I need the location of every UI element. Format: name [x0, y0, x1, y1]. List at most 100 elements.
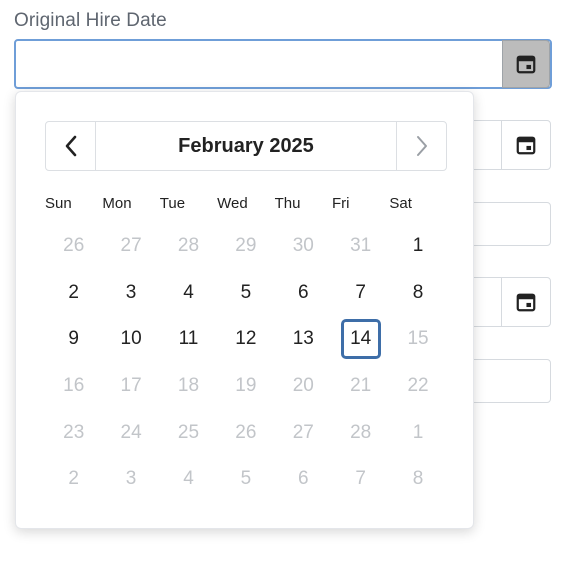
- day-number: 6: [297, 281, 309, 303]
- day-number: 15: [407, 328, 429, 350]
- original-hire-date-calendar-button[interactable]: [502, 40, 550, 88]
- day-number: 22: [407, 375, 429, 397]
- datepicker-popup: February 2025 Sun Mon Tue Wed Thu Fri Sa…: [15, 91, 474, 529]
- calendar-day-cell: 19: [217, 363, 274, 410]
- day-number: 27: [120, 235, 142, 257]
- calendar-day-cell: 3: [102, 456, 159, 503]
- calendar-day-cell[interactable]: 13: [275, 316, 332, 363]
- calendar-day-cell: 7: [332, 456, 389, 503]
- calendar-day-cell: 22: [389, 363, 446, 410]
- day-number: 27: [292, 421, 314, 443]
- calendar-icon: [516, 136, 536, 155]
- day-number: 5: [240, 468, 252, 490]
- calendar-day-cell[interactable]: 1: [389, 223, 446, 270]
- day-number: 16: [63, 375, 85, 397]
- weekday-label: Wed: [217, 195, 248, 212]
- day-number: 31: [350, 235, 372, 257]
- calendar-day-cell: 28: [160, 223, 217, 270]
- calendar-icon: [516, 293, 536, 312]
- calendar-day-cell: 16: [45, 363, 102, 410]
- day-number: 8: [412, 281, 424, 303]
- calendar-day-cell: 2: [45, 456, 102, 503]
- calendar-day-cell: 18: [160, 363, 217, 410]
- weekday-label: Sat: [389, 195, 412, 212]
- day-number: 9: [68, 328, 79, 350]
- calendar-day-cell[interactable]: 2: [45, 270, 102, 317]
- original-hire-date-input[interactable]: [14, 39, 552, 89]
- calendar-day-cell: 1: [389, 409, 446, 456]
- chevron-right-icon: [416, 136, 427, 156]
- background-calendar-button-4[interactable]: [501, 277, 551, 327]
- calendar-day-cell[interactable]: 10: [102, 316, 159, 363]
- day-number: 18: [177, 375, 200, 397]
- day-number: 25: [177, 421, 200, 443]
- calendar-day-cell: 6: [275, 456, 332, 503]
- day-number: 7: [355, 281, 366, 303]
- calendar-day-cell: 31: [332, 223, 389, 270]
- calendar-day-cell[interactable]: 5: [217, 270, 274, 317]
- weekday-header: Sun Mon Tue Wed Thu Fri Sat: [45, 195, 447, 212]
- day-number: 21: [350, 375, 372, 397]
- day-number: 1: [412, 235, 424, 257]
- day-number: 1: [412, 421, 424, 443]
- calendar-day-cell[interactable]: 3: [102, 270, 159, 317]
- calendar-day-cell: 30: [275, 223, 332, 270]
- day-number: 3: [125, 281, 137, 303]
- day-number: 30: [292, 235, 314, 257]
- day-number: 12: [235, 328, 257, 350]
- background-calendar-button-2[interactable]: [501, 120, 551, 170]
- calendar-day-cell[interactable]: 8: [389, 270, 446, 317]
- calendar-day-cell: 15: [389, 316, 446, 363]
- calendar-day-cell: 21: [332, 363, 389, 410]
- calendar-day-cell: 5: [217, 456, 274, 503]
- calendar-day-cell[interactable]: 12: [217, 316, 274, 363]
- day-number: 6: [297, 468, 309, 490]
- weekday-label: Fri: [331, 195, 350, 212]
- previous-month-button[interactable]: [46, 122, 96, 170]
- calendar-day-cell: 25: [160, 409, 217, 456]
- day-number: 7: [355, 468, 366, 490]
- day-number: 2: [68, 281, 79, 303]
- calendar-day-cell: 8: [389, 456, 446, 503]
- day-number: 10: [120, 328, 142, 350]
- day-number: 26: [235, 421, 257, 443]
- calendar-day-grid: 26 27 28 29 30 31 1 2 3 4 5 6 7 8 9 10 11 12 13 14 15 16 17 18 1…: [45, 223, 447, 503]
- month-year-title: February 2025: [178, 134, 314, 157]
- day-number: 5: [240, 281, 252, 303]
- day-number: 24: [120, 421, 142, 443]
- calendar-day-cell: 17: [102, 363, 159, 410]
- original-hire-date-label: Original Hire Date: [14, 10, 167, 31]
- day-number: 28: [177, 235, 200, 257]
- calendar-day-cell[interactable]: 9: [45, 316, 102, 363]
- day-number: 17: [120, 375, 142, 397]
- calendar-day-cell: 27: [102, 223, 159, 270]
- calendar-day-cell[interactable]: 6: [275, 270, 332, 317]
- calendar-day-cell: 26: [217, 409, 274, 456]
- day-number: 29: [235, 235, 257, 257]
- calendar-day-cell[interactable]: 11: [160, 316, 217, 363]
- weekday-label: Tue: [159, 195, 186, 212]
- calendar-day-cell: 29: [217, 223, 274, 270]
- day-number: 8: [412, 468, 424, 490]
- calendar-day-cell: 4: [160, 456, 217, 503]
- weekday-label: Thu: [274, 195, 301, 212]
- day-number: 13: [292, 328, 314, 350]
- calendar-day-cell: 24: [102, 409, 159, 456]
- day-number: 19: [235, 375, 257, 397]
- day-number: 14: [340, 319, 381, 360]
- weekday-label: Sun: [45, 195, 72, 212]
- calendar-day-cell: 20: [275, 363, 332, 410]
- calendar-icon: [516, 55, 536, 74]
- day-number: 3: [125, 468, 137, 490]
- calendar-day-cell: 27: [275, 409, 332, 456]
- day-number: 20: [292, 375, 314, 397]
- day-number: 4: [183, 468, 194, 490]
- selected-day-cell[interactable]: 14: [332, 316, 389, 363]
- weekday-label: Mon: [102, 195, 132, 212]
- calendar-day-cell[interactable]: 7: [332, 270, 389, 317]
- day-number: 23: [63, 421, 85, 443]
- calendar-day-cell: 28: [332, 409, 389, 456]
- calendar-day-cell: 26: [45, 223, 102, 270]
- calendar-day-cell[interactable]: 4: [160, 270, 217, 317]
- next-month-button[interactable]: [396, 122, 446, 170]
